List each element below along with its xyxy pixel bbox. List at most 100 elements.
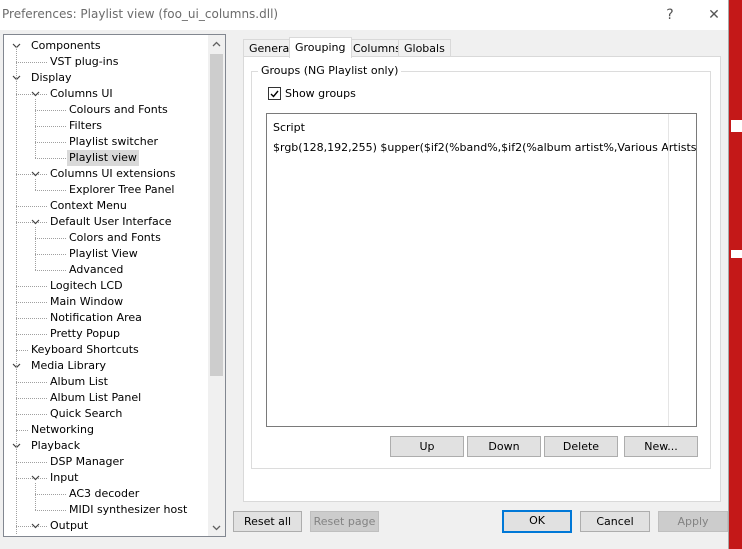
tree-item[interactable]: Networking <box>31 422 94 438</box>
scroll-up-button[interactable] <box>208 35 225 52</box>
chevron-down-icon <box>31 219 40 225</box>
tree-item[interactable]: Filters <box>69 118 102 134</box>
apply-button[interactable]: Apply <box>658 511 728 532</box>
tree-item[interactable]: MIDI synthesizer host <box>69 502 187 518</box>
checkbox-box[interactable] <box>268 87 281 100</box>
tree-guide-line <box>16 430 28 431</box>
scroll-thumb[interactable] <box>210 54 223 376</box>
close-icon: ✕ <box>708 7 720 23</box>
grouping-panel: Groups (NG Playlist only) Show groups Sc… <box>243 56 721 502</box>
tree-guide-line <box>16 398 47 399</box>
groups-list[interactable]: Script $rgb(128,192,255) $upper($if2(%ba… <box>266 113 697 427</box>
desktop-background <box>729 0 742 549</box>
tree-guide-line <box>16 462 47 463</box>
tree-item[interactable]: Main Window <box>50 294 123 310</box>
show-groups-label: Show groups <box>285 87 356 100</box>
checkmark-icon <box>270 90 279 98</box>
reset-page-button[interactable]: Reset page <box>310 511 379 532</box>
show-groups-checkbox[interactable]: Show groups <box>268 87 356 100</box>
title-bar[interactable]: Preferences: Playlist view (foo_ui_colum… <box>0 0 728 30</box>
preferences-window: Preferences: Playlist view (foo_ui_colum… <box>0 0 729 549</box>
tree-item[interactable]: Default User Interface <box>50 214 172 230</box>
tab-grouping[interactable]: Grouping <box>289 37 352 58</box>
tree-item[interactable]: Playlist view <box>67 150 139 166</box>
tree-guide-line <box>35 99 36 158</box>
chevron-down-icon <box>31 91 40 97</box>
tree-item[interactable]: Context Menu <box>50 198 127 214</box>
tree-item[interactable]: Playlist switcher <box>69 134 158 150</box>
tree-item[interactable]: Columns UI <box>50 86 113 102</box>
cancel-button[interactable]: Cancel <box>580 511 650 532</box>
chevron-down-icon <box>31 475 40 481</box>
tree-item[interactable]: Notification Area <box>50 310 142 326</box>
groups-groupbox: Groups (NG Playlist only) Show groups Sc… <box>251 64 711 469</box>
tree-guide-line <box>16 206 47 207</box>
close-button[interactable]: ✕ <box>694 2 728 28</box>
tree-guide-line <box>35 510 66 511</box>
window-title: Preferences: Playlist view (foo_ui_colum… <box>2 7 279 21</box>
chevron-down-icon <box>212 525 221 530</box>
tree-guide-line <box>35 494 66 495</box>
tree-item[interactable]: VST plug-ins <box>50 54 118 70</box>
tree-guide-line <box>35 227 36 270</box>
script-column-header: Script <box>273 121 305 134</box>
tree-scrollbar[interactable] <box>208 35 225 536</box>
tree-item[interactable]: Colors and Fonts <box>69 230 161 246</box>
tree-item[interactable]: Display <box>31 70 72 86</box>
tree-guide-line <box>35 142 66 143</box>
tree-guide-line <box>35 238 66 239</box>
tree-guide-line <box>35 190 66 191</box>
tree-item[interactable]: Output <box>50 518 88 534</box>
tree-item[interactable]: Logitech LCD <box>50 278 123 294</box>
tree-item[interactable]: AC3 decoder <box>69 486 139 502</box>
tree-item[interactable]: Playlist View <box>69 246 138 262</box>
tree-guide-line <box>35 483 36 510</box>
tree-guide-line <box>16 350 28 351</box>
column-divider <box>668 114 669 426</box>
tree-item[interactable]: Advanced <box>69 262 123 278</box>
chevron-up-icon <box>212 41 221 46</box>
script-row[interactable]: $rgb(128,192,255) $upper($if2(%band%,$if… <box>273 141 696 154</box>
tree-item[interactable]: Columns UI extensions <box>50 166 176 182</box>
tree-guide-line <box>16 318 47 319</box>
tree-item[interactable]: Album List <box>50 374 108 390</box>
up-button[interactable]: Up <box>390 436 464 457</box>
tree-item[interactable]: Components <box>31 38 101 54</box>
tree-expander[interactable] <box>31 518 40 534</box>
background-decoration <box>731 120 742 132</box>
tree-guide-line <box>35 270 66 271</box>
tree-item[interactable]: Media Library <box>31 358 106 374</box>
tree-item[interactable]: Playback <box>31 438 80 454</box>
help-button[interactable]: ? <box>650 2 690 28</box>
tree-item[interactable]: DSP Manager <box>50 454 124 470</box>
tree-guide-line <box>16 62 47 63</box>
tree-item[interactable]: Keyboard Shortcuts <box>31 342 139 358</box>
tree-item[interactable]: Quick Search <box>50 406 122 422</box>
tree-guide-line <box>16 334 47 335</box>
tree-guide-line <box>35 179 36 190</box>
tree-item[interactable]: Explorer Tree Panel <box>69 182 174 198</box>
down-button[interactable]: Down <box>467 436 541 457</box>
tree-guide-line <box>35 110 66 111</box>
chevron-down-icon <box>31 171 40 177</box>
delete-button[interactable]: Delete <box>544 436 618 457</box>
tree-item[interactable]: Colours and Fonts <box>69 102 168 118</box>
tree-guide-line <box>35 126 66 127</box>
new-button[interactable]: New... <box>624 436 698 457</box>
background-decoration <box>731 250 742 258</box>
preferences-tree[interactable]: Components VST plug-ins Display Columns UI C… <box>3 34 226 537</box>
tree-guide-line <box>16 414 47 415</box>
tree-guide-line <box>16 46 17 534</box>
tree-guide-line <box>16 382 47 383</box>
tree-guide-line <box>35 254 66 255</box>
tree-item[interactable]: Pretty Popup <box>50 326 120 342</box>
ok-button[interactable]: OK <box>502 510 572 533</box>
tree-item[interactable]: Input <box>50 470 78 486</box>
groupbox-label: Groups (NG Playlist only) <box>258 64 402 77</box>
tree-guide-line <box>16 286 47 287</box>
tree-item[interactable]: Album List Panel <box>50 390 141 406</box>
chevron-down-icon <box>31 523 40 529</box>
reset-all-button[interactable]: Reset all <box>233 511 302 532</box>
tree-guide-line <box>35 158 66 159</box>
scroll-down-button[interactable] <box>208 519 225 536</box>
